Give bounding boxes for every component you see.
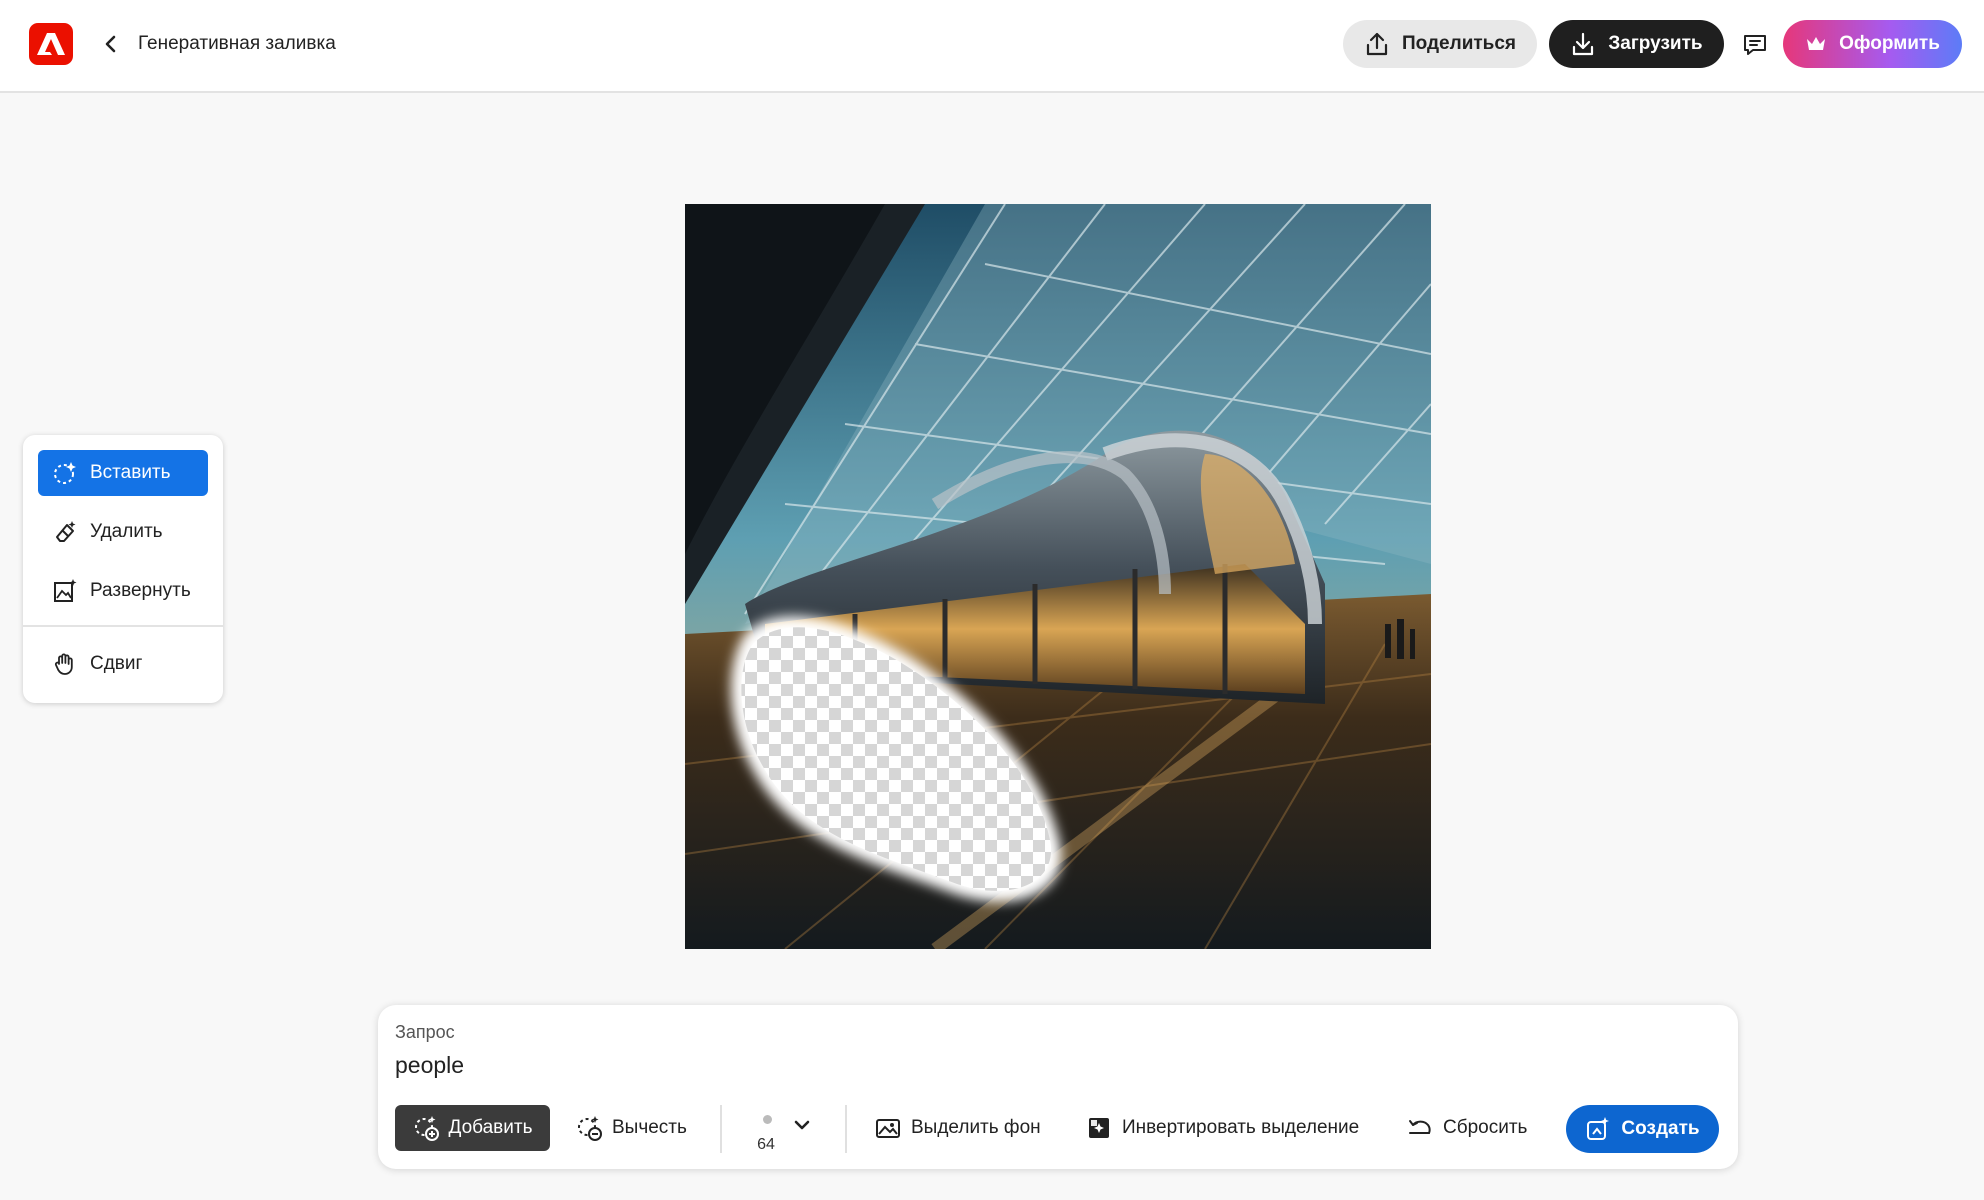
chevron-left-icon [105, 35, 116, 53]
separator [845, 1105, 847, 1153]
download-button[interactable]: Загрузить [1549, 20, 1724, 68]
subscribe-button-label: Оформить [1839, 33, 1940, 54]
brush-size-control[interactable]: 64 [741, 1109, 791, 1153]
chevron-down-icon[interactable] [790, 1113, 814, 1137]
insert-sparkle-icon [54, 462, 76, 484]
create-button[interactable]: Создать [1566, 1105, 1719, 1153]
expand-icon [54, 579, 77, 602]
tool-expand[interactable]: Развернуть [38, 568, 208, 614]
tool-pan-label: Сдвиг [90, 653, 143, 674]
image-icon [876, 1119, 900, 1138]
page-title: Генеративная заливка [138, 33, 336, 54]
adobe-express-logo-icon[interactable] [29, 23, 73, 65]
download-button-label: Загрузить [1608, 33, 1703, 54]
comment-button[interactable] [1738, 28, 1772, 62]
brush-subtract-icon [578, 1116, 602, 1141]
reset-button[interactable]: Сбросить [1407, 1105, 1527, 1151]
select-background-label: Выделить фон [911, 1117, 1041, 1138]
subtract-selection-button[interactable]: Вычесть [576, 1105, 696, 1151]
tool-divider [23, 625, 223, 627]
crown-icon [1807, 37, 1826, 50]
canvas-image[interactable] [685, 204, 1431, 949]
brush-size-dot [763, 1115, 772, 1124]
brush-size-value: 64 [757, 1136, 775, 1153]
subscribe-button[interactable]: Оформить [1783, 20, 1962, 68]
share-button[interactable]: Поделиться [1343, 20, 1537, 68]
tool-expand-label: Развернуть [90, 580, 191, 601]
download-icon [1573, 32, 1594, 56]
share-button-label: Поделиться [1401, 33, 1517, 54]
tool-pan[interactable]: Сдвиг [38, 641, 208, 687]
tool-remove[interactable]: Удалить [38, 509, 208, 555]
top-bar: Генеративная заливка Поделиться Загрузит… [0, 0, 1984, 93]
invert-selection-label: Инвертировать выделение [1122, 1117, 1360, 1138]
hand-icon [54, 653, 73, 675]
eraser-icon [56, 521, 76, 542]
separator [720, 1105, 722, 1153]
add-selection-label: Добавить [448, 1117, 533, 1138]
invert-selection-button[interactable]: Инвертировать выделение [1086, 1105, 1359, 1151]
tool-panel: Вставить Удалить Развернуть Сдвиг [23, 435, 223, 703]
generate-sparkle-icon [1587, 1117, 1610, 1140]
prompt-input[interactable] [395, 1049, 1395, 1081]
subtract-selection-label: Вычесть [612, 1117, 687, 1138]
tool-insert[interactable]: Вставить [38, 450, 208, 496]
brush-add-icon [414, 1116, 439, 1141]
tool-remove-label: Удалить [90, 521, 163, 542]
prompt-bar: Запрос Добавить Вычесть 64 [378, 1005, 1738, 1169]
reset-label: Сбросить [1443, 1117, 1528, 1138]
invert-selection-icon [1089, 1118, 1109, 1138]
comment-icon [1744, 35, 1766, 55]
share-icon [1366, 32, 1388, 56]
add-selection-button[interactable]: Добавить [395, 1105, 550, 1151]
select-background-button[interactable]: Выделить фон [875, 1105, 1041, 1151]
prompt-label: Запрос [395, 1022, 455, 1042]
back-button[interactable] [96, 28, 126, 60]
undo-icon [1409, 1120, 1431, 1134]
tool-insert-label: Вставить [90, 462, 171, 483]
create-button-label: Создать [1621, 1118, 1700, 1139]
